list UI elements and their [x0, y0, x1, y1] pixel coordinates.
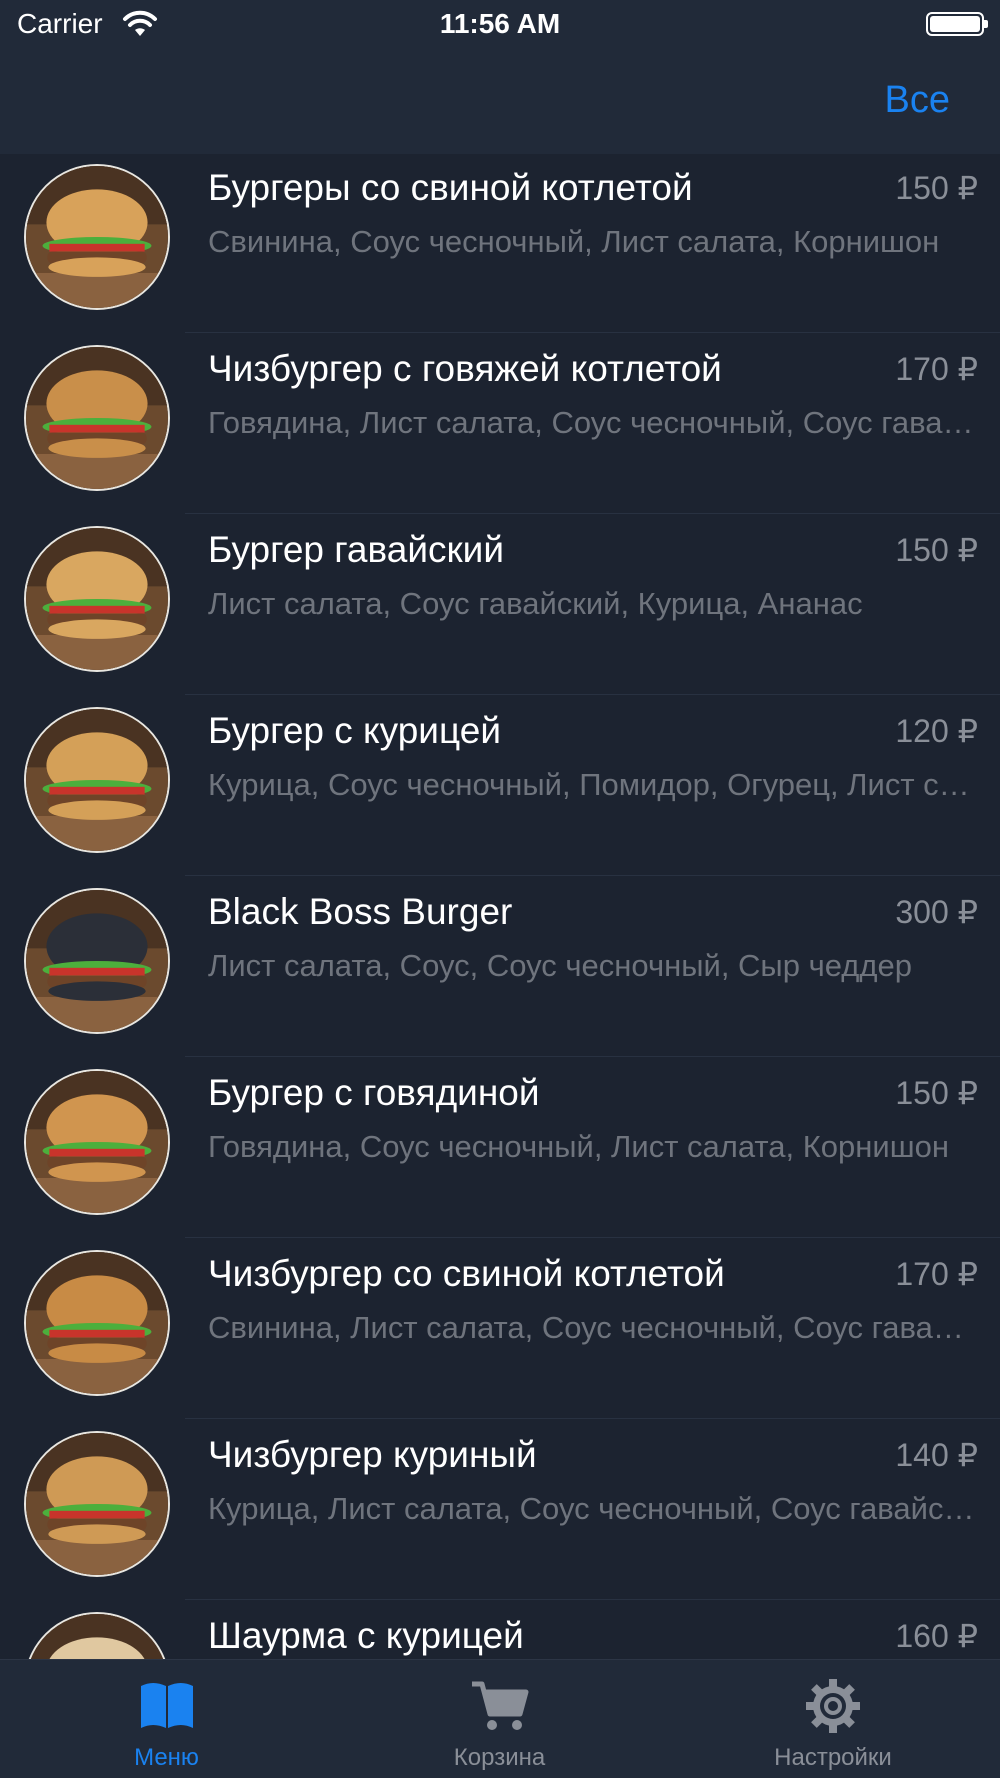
menu-item-row[interactable]: Шаурма с курицей 160 ₽ — [0, 1600, 1000, 1659]
menu-item-row[interactable]: Black Boss Burger 300 ₽ Лист салата, Соус,… — [0, 876, 1000, 1057]
menu-item-name: Бургер с курицей — [208, 710, 501, 751]
menu-item-name: Бургеры со свиной котлетой — [208, 167, 693, 208]
menu-item-image — [24, 888, 170, 1034]
menu-item-price: 150 ₽ — [895, 170, 978, 206]
menu-item-price: 120 ₽ — [895, 713, 978, 749]
menu-item-name: Чизбургер с говяжей котлетой — [208, 348, 722, 389]
menu-item-row[interactable]: Чизбургер со свиной котлетой 170 ₽ Свинина… — [0, 1238, 1000, 1419]
tab-label-menu: Меню — [134, 1744, 199, 1771]
tab-menu[interactable]: Меню — [0, 1660, 333, 1778]
burger-photo — [26, 528, 168, 670]
tab-label-cart: Корзина — [453, 1744, 546, 1771]
status-bar: Carrier 11:56 AM — [0, 0, 1000, 50]
menu-item-image — [24, 345, 170, 491]
menu-item-description: Свинина, Лист салата, Соус чесночный, Со… — [208, 1310, 980, 1345]
menu-item-description: Говядина, Соус чесночный, Лист салата, К… — [208, 1129, 949, 1164]
burger-photo — [26, 347, 168, 489]
all-button[interactable]: Все — [885, 79, 950, 122]
menu-item-name: Black Boss Burger — [208, 891, 513, 932]
cart-icon — [471, 1681, 528, 1730]
menu-item-description: Говядина, Лист салата, Соус чесночный, С… — [208, 405, 980, 440]
tab-settings[interactable]: Настройки — [666, 1660, 1000, 1778]
menu-item-price: 150 ₽ — [895, 532, 978, 568]
menu-item-price: 160 ₽ — [895, 1618, 978, 1654]
menu-item-image — [24, 1431, 170, 1577]
menu-item-name: Шаурма с курицей — [208, 1615, 524, 1656]
menu-item-row[interactable]: Чизбургер куриный 140 ₽ Курица, Лист салат… — [0, 1419, 1000, 1600]
menu-item-image — [24, 526, 170, 672]
menu-item-description: Лист салата, Соус гавайский, Курица, Ана… — [208, 586, 863, 621]
menu-item-row[interactable]: Чизбургер с говяжей котлетой 170 ₽ Говядин… — [0, 333, 1000, 514]
menu-item-row[interactable]: Бургер с говядиной 150 ₽ Говядина, Соус че… — [0, 1057, 1000, 1238]
menu-item-row[interactable]: Бургер гавайский 150 ₽ Лист салата, Соус г… — [0, 514, 1000, 695]
menu-item-name: Бургер с говядиной — [208, 1072, 540, 1113]
menu-item-price: 140 ₽ — [895, 1437, 978, 1473]
burger-photo — [26, 1433, 168, 1575]
burger-photo — [26, 709, 168, 851]
battery-icon — [926, 12, 988, 36]
menu-item-name: Чизбургер куриный — [208, 1434, 537, 1475]
burger-photo — [26, 166, 168, 308]
menu-item-price: 170 ₽ — [895, 1256, 978, 1292]
menu-item-description: Курица, Соус чесночный, Помидор, Огурец,… — [208, 767, 980, 802]
menu-item-description: Свинина, Соус чесночный, Лист салата, Ко… — [208, 224, 940, 259]
menu-item-name: Бургер гавайский — [208, 529, 505, 570]
gear-icon — [806, 1679, 860, 1733]
menu-item-image — [24, 1069, 170, 1215]
menu-item-description: Курица, Лист салата, Соус чесночный, Соу… — [208, 1491, 980, 1526]
menu-item-name: Чизбургер со свиной котлетой — [208, 1253, 725, 1294]
menu-item-price: 170 ₽ — [895, 351, 978, 387]
menu-item-image — [24, 1612, 170, 1659]
burger-photo — [26, 1071, 168, 1213]
menu-item-description: Лист салата, Соус, Соус чесночный, Сыр ч… — [208, 948, 912, 983]
tab-bar: Меню Корзина Настройки — [0, 1659, 1000, 1778]
menu-item-row[interactable]: Бургер с курицей 120 ₽ Курица, Соус чесноч… — [0, 695, 1000, 876]
menu-item-image — [24, 1250, 170, 1396]
burger-photo — [26, 1614, 168, 1659]
menu-item-image — [24, 164, 170, 310]
menu-item-price: 150 ₽ — [895, 1075, 978, 1111]
burger-photo — [26, 890, 168, 1032]
book-icon — [140, 1683, 193, 1728]
navigation-bar: Все — [0, 50, 1000, 154]
menu-item-row[interactable]: Бургеры со свиной котлетой 150 ₽ Свинина, … — [0, 154, 1000, 333]
tab-cart[interactable]: Корзина — [333, 1660, 666, 1778]
menu-list[interactable]: Бургеры со свиной котлетой 150 ₽ Свинина, … — [0, 154, 1000, 1659]
status-time: 11:56 AM — [439, 8, 561, 39]
menu-item-price: 300 ₽ — [895, 894, 978, 930]
menu-item-image — [24, 707, 170, 853]
tab-label-settings: Настройки — [774, 1744, 892, 1771]
burger-photo — [26, 1252, 168, 1394]
